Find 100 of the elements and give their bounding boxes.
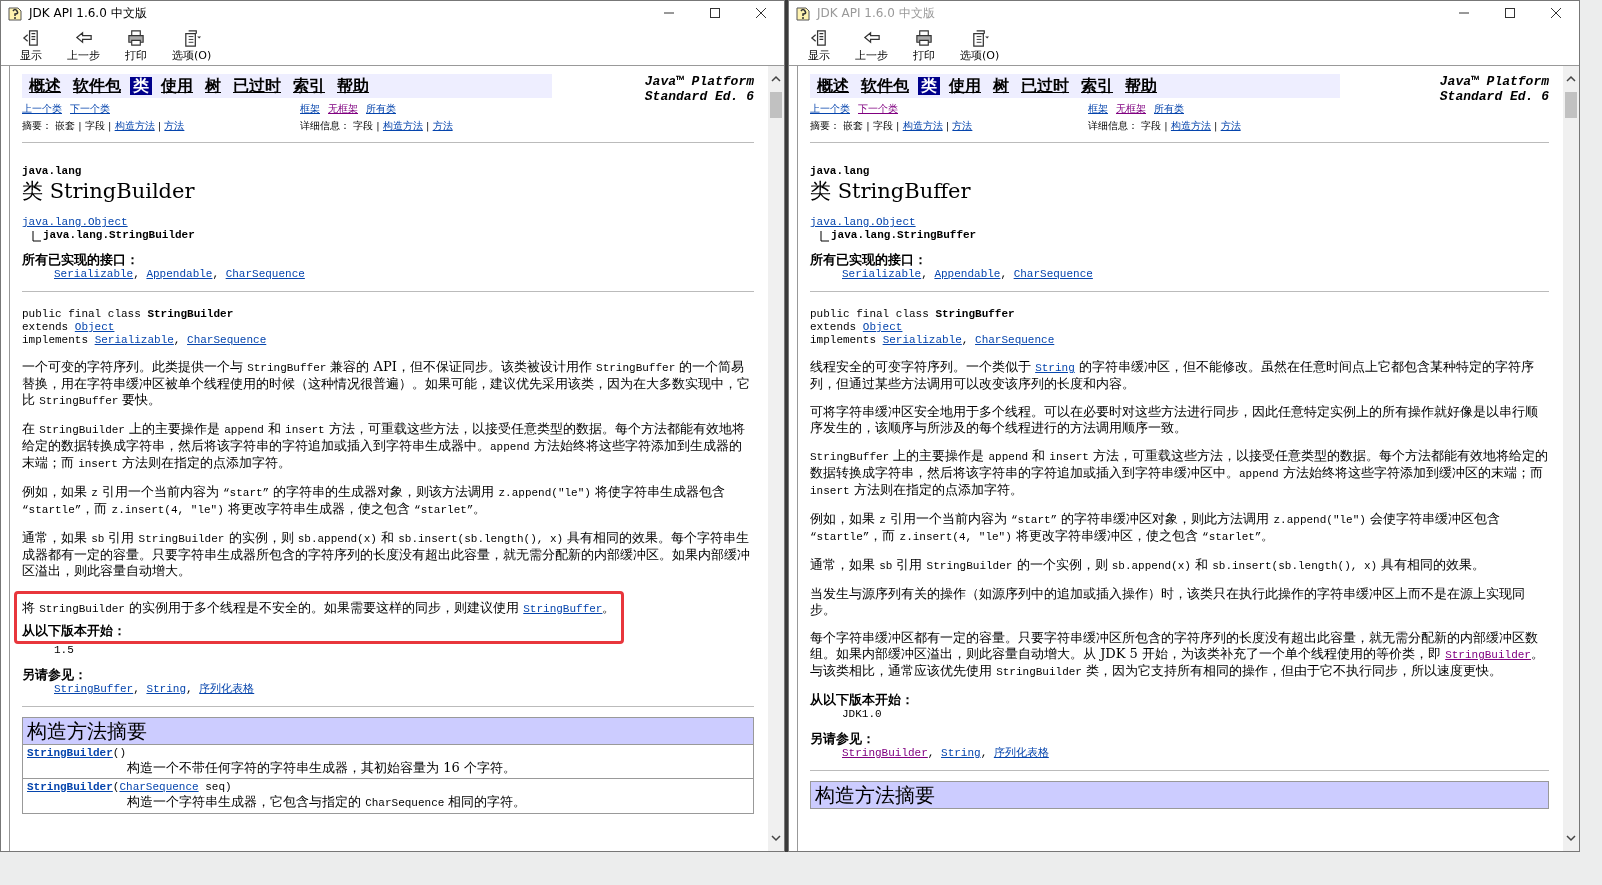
link[interactable]: 无框架: [1116, 102, 1146, 115]
summary-line: 摘要： 嵌套 | 字段 | 构造方法 | 方法: [810, 119, 973, 132]
link[interactable]: StringBuilder: [1445, 649, 1531, 661]
class-path: java.lang.StringBuilder: [43, 229, 195, 242]
link[interactable]: 方法: [952, 120, 973, 131]
link[interactable]: 框架: [1088, 102, 1108, 115]
link[interactable]: StringBuilder: [27, 781, 113, 793]
summary-line: 摘要： 嵌套 | 字段 | 构造方法 | 方法: [22, 119, 185, 132]
help-file-icon: [7, 5, 23, 21]
paragraph: 在 StringBuilder 上的主要操作是 append 和 insert 方法，可重载这些方法，以接受任意类型的数据。每个方法都能有效地将给定的数据转换成字符串，然后将该字符串的字符追加或插入到字符串生成器中。append 方法始终将这些字符添加到生成器的末端；而 insert 方法则在指定的点添加字符。: [22, 421, 746, 472]
since-label: 从以下版本开始：: [810, 692, 915, 708]
see-also-list: StringBuilder, String, 序列化表格: [842, 747, 1049, 759]
toolbar-button[interactable]: 选项(O): [956, 25, 1004, 65]
link[interactable]: StringBuilder: [27, 747, 113, 759]
nav-tab[interactable]: 使用: [946, 77, 984, 95]
link[interactable]: 所有类: [366, 102, 396, 115]
link[interactable]: 方法: [432, 120, 453, 131]
link[interactable]: StringBuffer: [523, 603, 603, 615]
link[interactable]: 构造方法: [382, 120, 423, 131]
tree-branch-icon: [820, 231, 829, 242]
link[interactable]: 构造方法: [1170, 120, 1211, 131]
signature-line: implements Serializable, CharSequence: [22, 334, 267, 346]
scrollbar-thumb[interactable]: [1565, 92, 1577, 118]
link[interactable]: String: [1035, 362, 1075, 374]
link[interactable]: 序列化表格: [199, 683, 255, 695]
signature-line: public final class StringBuilder: [22, 308, 234, 320]
document-icon: [809, 27, 829, 48]
link[interactable]: CharSequence: [187, 334, 267, 346]
toolbar-button[interactable]: 上一步: [63, 25, 104, 65]
version-text: 1.5: [53, 644, 75, 657]
table-heading: 构造方法摘要: [23, 718, 753, 744]
nav-tab[interactable]: 概述: [814, 77, 852, 95]
nav-tab[interactable]: 概述: [26, 77, 64, 95]
link[interactable]: 所有类: [1154, 102, 1184, 115]
nav-tab[interactable]: 使用: [158, 77, 196, 95]
link[interactable]: CharSequence: [975, 334, 1055, 346]
scrollbar[interactable]: [1563, 66, 1579, 851]
paragraph: 将 StringBuilder 的实例用于多个线程是不安全的。如果需要这样的同步，则建议使用 StringBuffer。: [22, 600, 616, 617]
link[interactable]: Serializable: [882, 334, 962, 346]
link[interactable]: 下一个类: [70, 102, 110, 115]
nav-tab[interactable]: 已过时: [1018, 77, 1072, 95]
link[interactable]: 构造方法: [114, 120, 155, 131]
paragraph: StringBuffer 上的主要操作是 append 和 insert 方法，可重载这些方法，以接受任意类型的数据。每个方法都能有效地将给定的数据转换成字符串，然后将该字符串的字符追加或插入到字符串缓冲区中。append 方法始终将这些字符添加到缓冲区的末端；而 insert 方法则在指定的点添加字符。: [810, 448, 1549, 499]
nav-tab[interactable]: 类: [130, 77, 152, 95]
link[interactable]: String: [941, 747, 981, 759]
link[interactable]: Appendable: [146, 268, 213, 280]
toolbar-button[interactable]: 显示: [13, 25, 49, 65]
interface-list: Serializable, Appendable, CharSequence: [54, 268, 305, 280]
link[interactable]: Serializable: [94, 334, 174, 346]
link[interactable]: String: [146, 683, 187, 695]
detail-line: 详细信息： 字段 | 构造方法 | 方法: [1088, 119, 1241, 132]
link[interactable]: 构造方法: [902, 120, 943, 131]
link[interactable]: 上一个类: [22, 102, 62, 115]
maximize-icon: [1505, 8, 1515, 18]
toolbar-button[interactable]: 显示: [801, 25, 837, 65]
nav-tab[interactable]: 索引: [1078, 77, 1116, 95]
toolbar-button[interactable]: 选项(O): [168, 25, 216, 65]
nav-tab[interactable]: 已过时: [230, 77, 284, 95]
nav-tab[interactable]: 索引: [290, 77, 328, 95]
nav-tab[interactable]: 软件包: [858, 77, 912, 95]
toolbar-button[interactable]: 上一步: [851, 25, 892, 65]
tree-branch-icon: [32, 231, 41, 242]
nav-tab[interactable]: 帮助: [334, 77, 372, 95]
link[interactable]: 框架: [300, 102, 320, 115]
paragraph: 例如，如果 z 引用一个当前内容为 “start” 的字符串缓冲区对象，则此方法调用 z.append("le") 会使字符串缓冲区包含 “startle”，而 z.insert(4, "le") 将更改字符串缓冲区，使之包含 “starlet”。: [810, 511, 1502, 545]
nav-tab[interactable]: 类: [918, 77, 940, 95]
link[interactable]: StringBuffer: [54, 683, 134, 695]
package-name: java.lang: [810, 165, 871, 178]
link[interactable]: Object: [74, 321, 115, 333]
link[interactable]: Appendable: [934, 268, 1001, 280]
toolbar-button[interactable]: 打印: [118, 25, 154, 65]
scrollbar-thumb[interactable]: [770, 92, 782, 118]
toolbar-button[interactable]: 打印: [906, 25, 942, 65]
link[interactable]: java.lang.Object: [22, 216, 128, 228]
link[interactable]: 方法: [1220, 120, 1241, 131]
link[interactable]: 上一个类: [810, 102, 850, 115]
link[interactable]: Object: [862, 321, 903, 333]
scrollbar[interactable]: [768, 66, 784, 851]
link[interactable]: 序列化表格: [993, 747, 1049, 759]
nav-tab[interactable]: 树: [202, 77, 224, 95]
link[interactable]: 方法: [164, 120, 185, 131]
link[interactable]: 下一个类: [858, 102, 898, 115]
printer-icon: [914, 27, 934, 48]
link[interactable]: CharSequence: [225, 268, 305, 280]
link[interactable]: java.lang.Object: [810, 216, 916, 228]
link[interactable]: CharSequence: [1013, 268, 1093, 280]
nav-tab[interactable]: 软件包: [70, 77, 124, 95]
link[interactable]: StringBuilder: [842, 747, 928, 759]
paragraph: 每个字符串缓冲区都有一定的容量。只要字符串缓冲区所包含的字符序列的长度没有超出此容量，就无需分配新的内部缓冲区数组。如果内部缓冲区溢出，则此容量自动增大。从 JDK 5 开始，为该类补充了一个单个线程使用的等价类，即 StringBuilder。与该类相比，通常应该优先使用 StringBuilder 类，因为它支持所有相同的操作，但由于它不执行同步，所以速度更快。: [810, 630, 1545, 680]
link[interactable]: Serializable: [842, 268, 922, 280]
link[interactable]: Serializable: [54, 268, 134, 280]
constructor-description: 构造一个不带任何字符的字符串生成器，其初始容量为 16 个字符。: [127, 760, 516, 775]
nav-tab[interactable]: 树: [990, 77, 1012, 95]
link[interactable]: CharSequence: [119, 781, 199, 793]
class-title: 类 StringBuffer: [810, 178, 972, 204]
nav-tab[interactable]: 帮助: [1122, 77, 1160, 95]
platform-label: Standard Ed. 6: [1439, 89, 1549, 104]
link[interactable]: 无框架: [328, 102, 358, 115]
close-icon: [756, 8, 766, 18]
constructor-name: StringBuilder(): [27, 747, 127, 759]
